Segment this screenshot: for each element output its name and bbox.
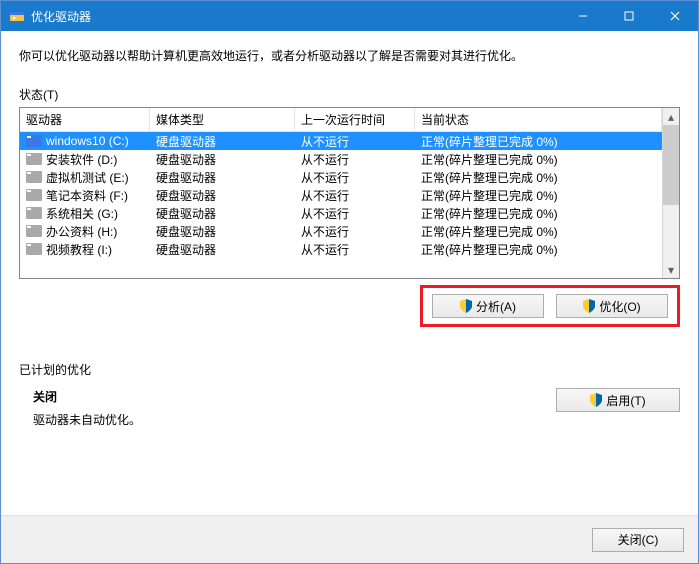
drive-name: 笔记本资料 (F:) (20, 187, 150, 204)
drive-state: 正常(碎片整理已完成 0%) (415, 223, 662, 240)
drive-last: 从不运行 (295, 133, 415, 150)
optimize-label: 优化(O) (599, 298, 640, 315)
analyze-button[interactable]: 分析(A) (432, 294, 544, 318)
content-area: 你可以优化驱动器以帮助计算机更高效地运行，或者分析驱动器以了解是否需要对其进行优… (1, 31, 698, 515)
scroll-track[interactable] (663, 205, 679, 261)
drive-media: 硬盘驱动器 (150, 241, 295, 258)
drive-icon (26, 171, 42, 183)
drive-icon (26, 189, 42, 201)
drive-state: 正常(碎片整理已完成 0%) (415, 133, 662, 150)
scrollbar[interactable]: ▴ ▾ (662, 108, 679, 278)
table-row[interactable]: 安装软件 (D:)硬盘驱动器从不运行正常(碎片整理已完成 0%) (20, 150, 662, 168)
drive-media: 硬盘驱动器 (150, 223, 295, 240)
drive-name: 系统相关 (G:) (20, 205, 150, 222)
close-button[interactable] (652, 1, 698, 31)
col-drive[interactable]: 驱动器 (20, 108, 150, 131)
optimize-button[interactable]: 优化(O) (556, 294, 668, 318)
drive-icon (26, 207, 42, 219)
drive-state: 正常(碎片整理已完成 0%) (415, 187, 662, 204)
scroll-thumb[interactable] (663, 125, 679, 205)
shield-icon (590, 393, 602, 407)
titlebar: 优化驱动器 (1, 1, 698, 31)
drive-media: 硬盘驱动器 (150, 205, 295, 222)
description-text: 你可以优化驱动器以帮助计算机更高效地运行，或者分析驱动器以了解是否需要对其进行优… (19, 47, 680, 64)
drive-last: 从不运行 (295, 223, 415, 240)
scheduled-heading: 已计划的优化 (19, 361, 680, 378)
shield-icon (583, 299, 595, 313)
drive-name: 安装软件 (D:) (20, 151, 150, 168)
scheduled-status: 关闭 (33, 388, 556, 405)
table-row[interactable]: 办公资料 (H:)硬盘驱动器从不运行正常(碎片整理已完成 0%) (20, 222, 662, 240)
window-title: 优化驱动器 (31, 8, 560, 25)
drive-state: 正常(碎片整理已完成 0%) (415, 169, 662, 186)
column-headers: 驱动器 媒体类型 上一次运行时间 当前状态 (20, 108, 662, 132)
table-row[interactable]: 笔记本资料 (F:)硬盘驱动器从不运行正常(碎片整理已完成 0%) (20, 186, 662, 204)
drive-state: 正常(碎片整理已完成 0%) (415, 241, 662, 258)
drive-last: 从不运行 (295, 151, 415, 168)
table-row[interactable]: 系统相关 (G:)硬盘驱动器从不运行正常(碎片整理已完成 0%) (20, 204, 662, 222)
enable-label: 启用(T) (606, 392, 645, 409)
drive-list: 驱动器 媒体类型 上一次运行时间 当前状态 windows10 (C:)硬盘驱动… (19, 107, 680, 279)
drive-icon (26, 135, 42, 147)
status-label: 状态(T) (19, 86, 680, 103)
analyze-label: 分析(A) (476, 298, 516, 315)
close-dialog-button[interactable]: 关闭(C) (592, 528, 684, 552)
table-row[interactable]: 虚拟机测试 (E:)硬盘驱动器从不运行正常(碎片整理已完成 0%) (20, 168, 662, 186)
maximize-button[interactable] (606, 1, 652, 31)
footer: 关闭(C) (1, 515, 698, 563)
drive-name: 视频教程 (I:) (20, 241, 150, 258)
drive-icon (26, 153, 42, 165)
shield-icon (460, 299, 472, 313)
col-last[interactable]: 上一次运行时间 (295, 108, 415, 131)
drive-state: 正常(碎片整理已完成 0%) (415, 205, 662, 222)
scroll-down-button[interactable]: ▾ (663, 261, 679, 278)
drive-media: 硬盘驱动器 (150, 151, 295, 168)
col-state[interactable]: 当前状态 (415, 108, 662, 131)
scheduled-note: 驱动器未自动优化。 (33, 411, 556, 428)
drive-last: 从不运行 (295, 187, 415, 204)
drive-last: 从不运行 (295, 241, 415, 258)
app-icon (9, 8, 25, 24)
drive-name: windows10 (C:) (20, 134, 150, 148)
drive-last: 从不运行 (295, 205, 415, 222)
table-row[interactable]: 视频教程 (I:)硬盘驱动器从不运行正常(碎片整理已完成 0%) (20, 240, 662, 258)
drive-icon (26, 225, 42, 237)
window: 优化驱动器 你可以优化驱动器以帮助计算机更高效地运行，或者分析驱动器以了解是否需… (0, 0, 699, 564)
scheduled-section: 已计划的优化 关闭 驱动器未自动优化。 启用(T) (19, 361, 680, 428)
col-media[interactable]: 媒体类型 (150, 108, 295, 131)
action-highlight-box: 分析(A) 优化(O) (420, 285, 680, 327)
drive-media: 硬盘驱动器 (150, 169, 295, 186)
drive-name: 虚拟机测试 (E:) (20, 169, 150, 186)
table-row[interactable]: windows10 (C:)硬盘驱动器从不运行正常(碎片整理已完成 0%) (20, 132, 662, 150)
drive-last: 从不运行 (295, 169, 415, 186)
drive-media: 硬盘驱动器 (150, 133, 295, 150)
enable-button[interactable]: 启用(T) (556, 388, 680, 412)
drive-state: 正常(碎片整理已完成 0%) (415, 151, 662, 168)
scroll-up-button[interactable]: ▴ (663, 108, 679, 125)
drive-icon (26, 243, 42, 255)
close-label: 关闭(C) (618, 531, 659, 548)
drive-name: 办公资料 (H:) (20, 223, 150, 240)
drive-media: 硬盘驱动器 (150, 187, 295, 204)
minimize-button[interactable] (560, 1, 606, 31)
